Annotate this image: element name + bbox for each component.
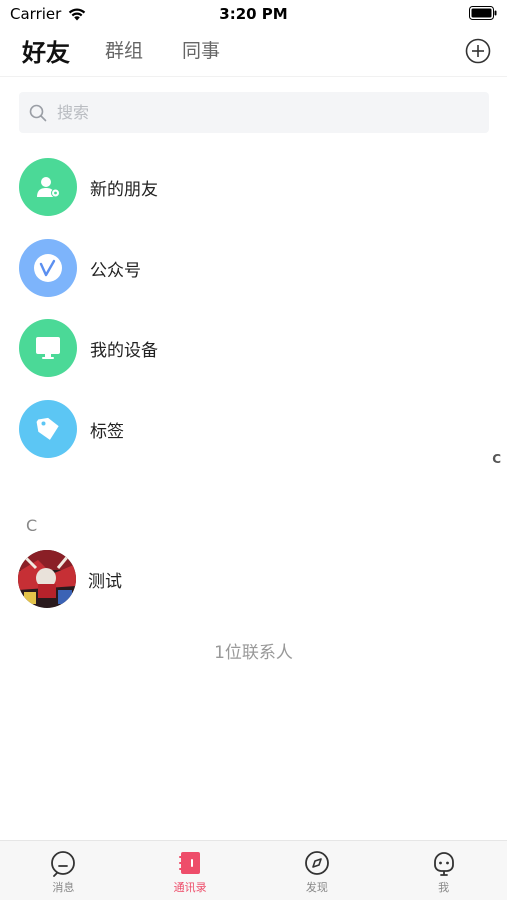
bottom-tab-bar: 消息 通讯录 发现 我: [0, 840, 507, 900]
compass-icon: [304, 851, 329, 875]
person-add-icon: [19, 158, 77, 216]
menu-item-tags[interactable]: 标签: [19, 399, 489, 459]
tag-icon: [19, 400, 77, 458]
tabbar-label-contacts: 通讯录: [173, 881, 207, 894]
tabbar-item-contacts[interactable]: 通讯录: [127, 841, 254, 900]
section-header-c: C: [26, 516, 38, 535]
tabbar-item-messages[interactable]: 消息: [0, 841, 127, 900]
menu-label-my-devices: 我的设备: [90, 340, 158, 361]
menu-item-new-friends[interactable]: 新的朋友: [19, 157, 489, 217]
menu-item-official-accounts[interactable]: 公众号: [19, 238, 489, 298]
contact-name: 测试: [88, 571, 122, 592]
index-letter-c[interactable]: C: [492, 452, 501, 466]
status-time: 3:20 PM: [219, 5, 288, 23]
add-plus-icon[interactable]: [465, 38, 491, 64]
menu-label-new-friends: 新的朋友: [90, 179, 158, 200]
search-icon: [29, 104, 47, 121]
tab-colleagues[interactable]: 同事: [182, 36, 220, 63]
menu-label-official-accounts: 公众号: [90, 260, 141, 281]
tabbar-item-me[interactable]: 我: [380, 841, 507, 900]
tabbar-label-discover: 发现: [305, 881, 328, 894]
tab-groups[interactable]: 群组: [105, 36, 143, 63]
search-input[interactable]: [55, 102, 459, 123]
contacts-book-icon: [179, 852, 201, 874]
tabbar-label-me: 我: [438, 881, 450, 894]
contact-avatar: [18, 550, 76, 608]
monitor-icon: [19, 319, 77, 377]
message-icon: [51, 851, 76, 877]
contact-count: 1位联系人: [214, 643, 293, 663]
search-bar[interactable]: [19, 92, 489, 133]
tabbar-label-messages: 消息: [52, 881, 75, 894]
profile-face-icon: [433, 852, 454, 876]
menu-label-tags: 标签: [90, 421, 124, 442]
contact-row[interactable]: 测试: [18, 550, 488, 608]
v-logo-icon: [19, 239, 77, 297]
tab-friends[interactable]: 好友: [22, 33, 70, 68]
tabbar-item-discover[interactable]: 发现: [254, 841, 381, 900]
battery-icon: [469, 6, 497, 20]
contacts-header: 好友 群组 同事: [0, 28, 507, 77]
status-bar: Carrier 3:20 PM: [0, 0, 507, 28]
menu-item-my-devices[interactable]: 我的设备: [19, 318, 489, 378]
